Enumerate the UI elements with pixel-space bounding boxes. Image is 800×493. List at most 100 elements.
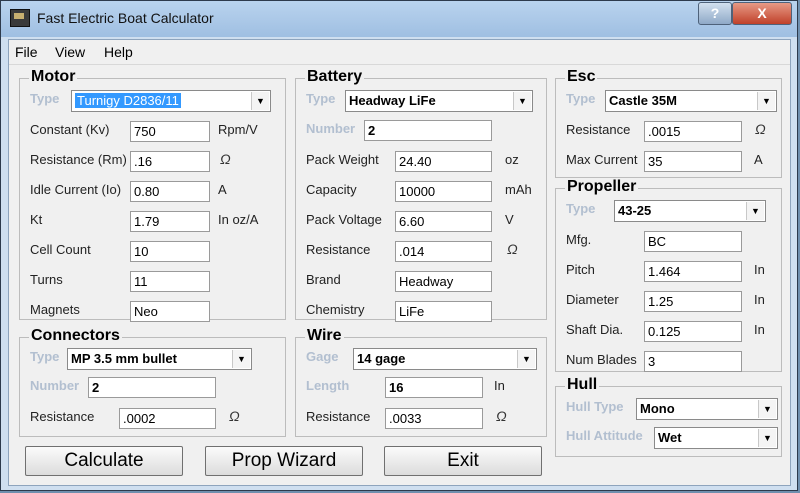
propeller-type-label: Type <box>566 201 596 216</box>
hull-type-select[interactable]: Mono ▼ <box>636 398 778 420</box>
motor-turns-label: Turns <box>30 272 63 287</box>
chevron-down-icon[interactable]: ▼ <box>758 400 776 418</box>
motor-turns-field[interactable]: 11 <box>130 271 210 292</box>
ohm-icon: Ω <box>229 408 240 424</box>
calculate-button[interactable]: Calculate <box>25 446 183 476</box>
ohm-icon: Ω <box>507 241 518 257</box>
motor-type-select[interactable]: Turnigy D2836/11 ▼ <box>71 90 271 112</box>
motor-kv-field[interactable]: 750 <box>130 121 210 142</box>
propeller-title: Propeller <box>565 178 639 196</box>
motor-type-label: Type <box>30 91 60 106</box>
propeller-pitch-field[interactable]: 1.464 <box>644 261 742 282</box>
chevron-down-icon[interactable]: ▼ <box>746 202 764 220</box>
esc-type-select[interactable]: Castle 35M ▼ <box>605 90 777 112</box>
wire-resistance-label: Resistance <box>306 409 371 424</box>
menu-file[interactable]: File <box>15 44 38 60</box>
motor-rm-field[interactable]: .16 <box>130 151 210 172</box>
window-title: Fast Electric Boat Calculator <box>37 10 214 26</box>
motor-title: Motor <box>29 68 78 86</box>
menu-view[interactable]: View <box>55 44 85 60</box>
motor-kv-label: Constant (Kv) <box>30 122 110 137</box>
chevron-down-icon[interactable]: ▼ <box>251 92 269 110</box>
hull-type-label: Hull Type <box>566 399 624 414</box>
help-button[interactable]: ? <box>698 2 732 25</box>
ohm-icon: Ω <box>496 408 507 424</box>
menu-bar: File View Help <box>9 40 790 65</box>
propeller-diameter-field[interactable]: 1.25 <box>644 291 742 312</box>
connectors-resistance-field[interactable]: .0002 <box>119 408 216 429</box>
app-icon <box>10 9 30 27</box>
battery-resistance-field[interactable]: .014 <box>395 241 492 262</box>
menu-help[interactable]: Help <box>104 44 133 60</box>
motor-kt-field[interactable]: 1.79 <box>130 211 210 232</box>
esc-maxcurrent-unit: A <box>754 152 763 167</box>
wire-length-field[interactable]: 16 <box>385 377 483 398</box>
chevron-down-icon[interactable]: ▼ <box>513 92 531 110</box>
prop-wizard-button[interactable]: Prop Wizard <box>205 446 363 476</box>
wire-title: Wire <box>305 327 344 345</box>
ohm-icon: Ω <box>755 121 766 137</box>
battery-title: Battery <box>305 68 365 86</box>
motor-kt-unit: In oz/A <box>218 212 259 227</box>
motor-io-unit: A <box>218 182 227 197</box>
wire-length-unit: In <box>494 378 505 393</box>
propeller-mfg-field[interactable]: BC <box>644 231 742 252</box>
battery-weight-field[interactable]: 24.40 <box>395 151 492 172</box>
esc-maxcurrent-field[interactable]: 35 <box>644 151 742 172</box>
propeller-type-select[interactable]: 43-25 ▼ <box>614 200 766 222</box>
chevron-down-icon[interactable]: ▼ <box>517 350 535 368</box>
battery-type-select[interactable]: Headway LiFe ▼ <box>345 90 533 112</box>
chevron-down-icon[interactable]: ▼ <box>758 429 776 447</box>
propeller-pitch-label: Pitch <box>566 262 595 277</box>
wire-gage-select[interactable]: 14 gage ▼ <box>353 348 537 370</box>
propeller-diameter-unit: In <box>754 292 765 307</box>
motor-cells-field[interactable]: 10 <box>130 241 210 262</box>
close-button[interactable]: X <box>732 2 792 25</box>
connectors-resistance-label: Resistance <box>30 409 95 424</box>
propeller-diameter-label: Diameter <box>566 292 619 307</box>
battery-chemistry-field[interactable]: LiFe <box>395 301 492 322</box>
motor-io-label: Idle Current (Io) <box>30 182 122 197</box>
battery-number-field[interactable]: 2 <box>364 120 492 141</box>
title-bar[interactable]: Fast Electric Boat Calculator ? X <box>1 1 797 37</box>
propeller-shaft-field[interactable]: 0.125 <box>644 321 742 342</box>
chevron-down-icon[interactable]: ▼ <box>757 92 775 110</box>
propeller-shaft-unit: In <box>754 322 765 337</box>
esc-resistance-field[interactable]: .0015 <box>644 121 742 142</box>
motor-magnets-field[interactable]: Neo <box>130 301 210 322</box>
battery-chemistry-label: Chemistry <box>306 302 365 317</box>
hull-title: Hull <box>565 376 600 394</box>
esc-group: Esc Type Castle 35M ▼ Resistance .0015 Ω… <box>555 68 782 178</box>
connectors-number-field[interactable]: 2 <box>88 377 216 398</box>
exit-button[interactable]: Exit <box>384 446 542 476</box>
motor-io-field[interactable]: 0.80 <box>130 181 210 202</box>
connectors-type-select[interactable]: MP 3.5 mm bullet ▼ <box>67 348 252 370</box>
wire-length-label: Length <box>306 378 350 393</box>
wire-gage-label: Gage <box>306 349 339 364</box>
battery-voltage-field[interactable]: 6.60 <box>395 211 492 232</box>
battery-capacity-unit: mAh <box>505 182 532 197</box>
battery-brand-label: Brand <box>306 272 341 287</box>
motor-kv-unit: Rpm/V <box>218 122 258 137</box>
motor-kt-label: Kt <box>30 212 43 227</box>
battery-resistance-label: Resistance <box>306 242 371 257</box>
battery-number-label: Number <box>306 121 356 136</box>
battery-capacity-field[interactable]: 10000 <box>395 181 492 202</box>
esc-maxcurrent-label: Max Current <box>566 152 638 167</box>
chevron-down-icon[interactable]: ▼ <box>232 350 250 368</box>
connectors-number-label: Number <box>30 378 80 393</box>
battery-capacity-label: Capacity <box>306 182 357 197</box>
battery-brand-field[interactable]: Headway <box>395 271 492 292</box>
hull-attitude-select[interactable]: Wet ▼ <box>654 427 778 449</box>
motor-magnets-label: Magnets <box>30 302 80 317</box>
connectors-title: Connectors <box>29 327 122 345</box>
battery-voltage-unit: V <box>505 212 514 227</box>
battery-group: Battery Type Headway LiFe ▼ Number 2 Pac… <box>295 68 547 322</box>
wire-resistance-field[interactable]: .0033 <box>385 408 483 429</box>
esc-type-label: Type <box>566 91 596 106</box>
propeller-blades-field[interactable]: 3 <box>644 351 742 372</box>
client-area: File View Help Motor Type Turnigy D2836/… <box>8 39 791 486</box>
propeller-shaft-label: Shaft Dia. <box>566 322 624 337</box>
esc-resistance-label: Resistance <box>566 122 631 137</box>
propeller-mfg-label: Mfg. <box>566 232 592 247</box>
